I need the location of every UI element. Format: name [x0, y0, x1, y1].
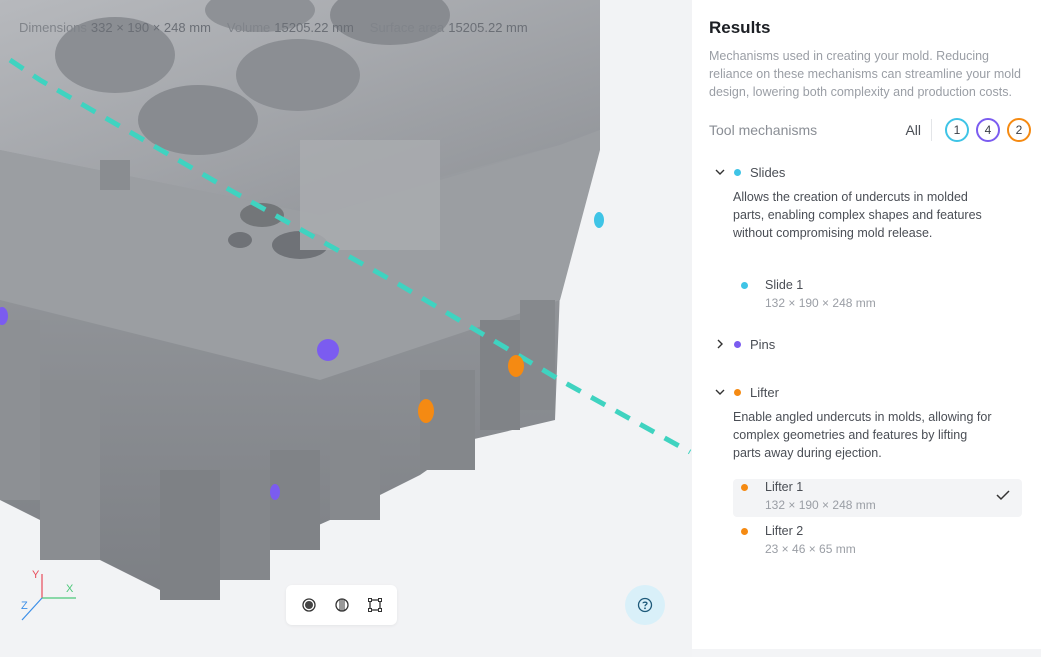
tool-mechanisms-label: Tool mechanisms — [709, 122, 818, 138]
axis-gizmo: Y X Z — [21, 569, 76, 621]
filter-pins-button[interactable]: 4 — [976, 118, 1000, 142]
lifter-2-name: Lifter 2 — [765, 524, 804, 538]
lifter-1-dims: 132 × 190 × 248 mm — [765, 498, 876, 512]
help-icon — [637, 597, 653, 613]
group-pins-label: Pins — [750, 336, 776, 352]
wireframe-view-icon — [334, 598, 349, 612]
lifter-2-dims: 23 × 46 × 65 mm — [765, 542, 856, 556]
filter-lifter-button[interactable]: 2 — [1007, 118, 1031, 142]
stat-dimensions: Dimensions 332 × 190 × 248 mm — [19, 20, 211, 35]
model-stats: Dimensions 332 × 190 × 248 mm Volume 15205… — [19, 20, 528, 35]
lifter-color-dot — [734, 388, 741, 396]
stat-volume: Volume 15205.22 mm — [226, 20, 354, 35]
slide-1-name: Slide 1 — [765, 278, 804, 292]
chevron-right-icon — [714, 338, 726, 350]
bounding-box-icon — [367, 598, 382, 612]
list-item-lifter-1[interactable]: Lifter 1 132 × 190 × 248 mm — [733, 479, 1022, 517]
group-slides-header[interactable]: Slides — [714, 162, 785, 182]
filter-slides-button[interactable]: 1 — [945, 118, 969, 142]
bounding-box-button[interactable] — [361, 591, 389, 619]
help-button[interactable] — [625, 585, 665, 625]
panel-description: Mechanisms used in creating your mold. R… — [709, 49, 1021, 99]
results-panel: Results Mechanisms used in creating your… — [692, 0, 1041, 649]
slide-1-dot — [741, 282, 748, 289]
stat-surface-area: Surface area 15205.22 mm — [369, 20, 528, 35]
tool-mechanisms-header: Tool mechanisms All 1 4 2 — [709, 118, 1031, 142]
lifter-1-name: Lifter 1 — [765, 480, 804, 494]
panel-title: Results — [709, 18, 771, 37]
slides-color-dot — [734, 168, 741, 176]
group-lifter-description: Enable angled undercuts in molds, allowi… — [733, 410, 992, 460]
chevron-down-icon — [714, 386, 726, 398]
slide-1-dims: 132 × 190 × 248 mm — [765, 296, 876, 310]
chevron-down-icon — [714, 166, 726, 178]
lifter-2-dot — [741, 528, 748, 535]
list-item-lifter-2[interactable]: Lifter 2 23 × 46 × 65 mm — [733, 523, 1022, 561]
lifter-1-dot — [741, 484, 748, 491]
list-item-slide-1[interactable]: Slide 1 132 × 190 × 248 mm — [733, 277, 1022, 315]
axis-z-label: Z — [21, 600, 28, 612]
group-lifter-label: Lifter — [750, 384, 779, 400]
shaded-view-button[interactable] — [295, 591, 323, 619]
group-lifter-header[interactable]: Lifter — [714, 382, 779, 402]
view-toolbar — [286, 585, 397, 625]
pins-color-dot — [734, 340, 741, 348]
group-slides-label: Slides — [750, 164, 786, 180]
filter-divider — [931, 119, 932, 141]
3d-viewport[interactable]: Dimensions 332 × 190 × 248 mm Volume 15205… — [0, 0, 692, 657]
group-pins-header[interactable]: Pins — [714, 334, 775, 354]
wireframe-view-button[interactable] — [328, 591, 356, 619]
axis-x-label: X — [66, 583, 74, 595]
shaded-view-icon — [301, 598, 316, 612]
part-model[interactable] — [0, 0, 692, 657]
check-icon — [996, 490, 1010, 501]
filter-all-button[interactable]: All — [905, 122, 921, 138]
axis-y-label: Y — [32, 569, 40, 581]
group-slides-description: Allows the creation of undercuts in mold… — [733, 190, 982, 240]
